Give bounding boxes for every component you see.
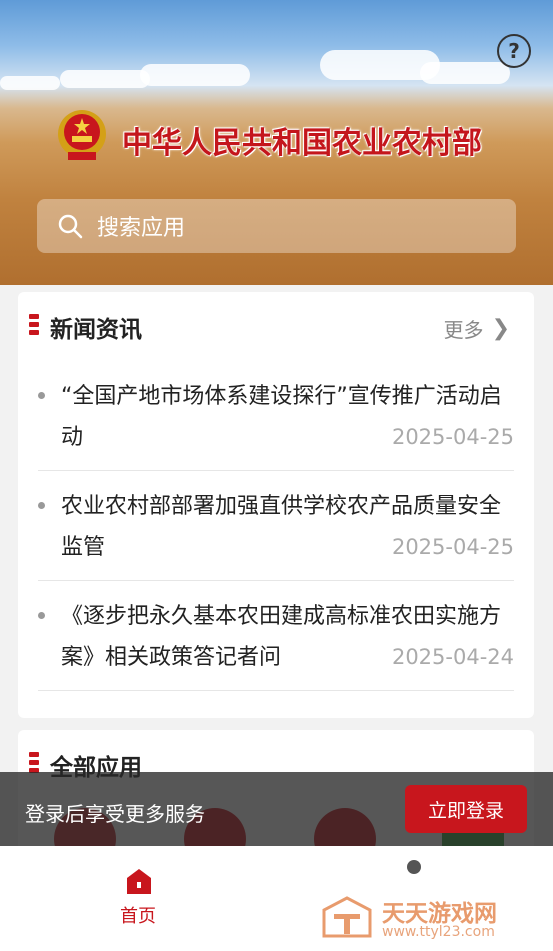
watermark-title: 天天游戏网 (382, 901, 497, 927)
watermark-logo-icon (322, 896, 372, 938)
news-item[interactable]: 农业农村部部署加强直供学校农产品质量安全监管 2025-04-25 (38, 486, 514, 568)
cloud (60, 70, 150, 88)
wheat-icon (29, 752, 39, 773)
news-header: 新闻资讯 更多 ❯ (18, 292, 534, 358)
profile-tab-icon[interactable] (407, 860, 421, 874)
news-title: 新闻资讯 (50, 317, 142, 343)
help-button[interactable]: ? (497, 34, 531, 68)
search-icon (58, 214, 83, 239)
watermark: 天天游戏网 www.ttyl23.com (322, 894, 522, 944)
national-emblem-icon (58, 110, 106, 160)
news-item[interactable]: 《逐步把永久基本农田建成高标准农田实施方案》相关政策答记者问 2025-04-2… (38, 596, 514, 678)
news-item-date: 2025-04-24 (391, 645, 514, 669)
divider (38, 690, 514, 691)
bullet (38, 502, 45, 509)
cloud (420, 62, 510, 84)
news-section: 新闻资讯 更多 ❯ “全国产地市场体系建设探行”宣传推广活动启动 2025-04… (18, 292, 534, 718)
login-prompt: 登录后享受更多服务 (25, 802, 205, 826)
bullet (38, 612, 45, 619)
news-item-date: 2025-04-25 (391, 535, 514, 559)
more-label: 更多 (443, 318, 484, 342)
ministry-name: 中华人民共和国农业农村部 (122, 126, 482, 161)
login-banner: 登录后享受更多服务 立即登录 (0, 772, 553, 846)
divider (38, 580, 514, 581)
tab-home[interactable]: 首页 (120, 902, 156, 928)
search-placeholder: 搜索应用 (97, 216, 186, 241)
header-banner: ? 中华人民共和国农业农村部 搜索应用 (0, 0, 553, 285)
cloud (0, 76, 60, 90)
question-icon: ? (508, 39, 520, 63)
bottom-tab-bar: 首页 天天游戏网 www.ttyl23.com (0, 846, 553, 951)
home-icon[interactable] (124, 866, 154, 896)
cloud (140, 64, 250, 86)
news-item[interactable]: “全国产地市场体系建设探行”宣传推广活动启动 2025-04-25 (38, 376, 514, 458)
more-link[interactable]: 更多 ❯ (444, 314, 510, 343)
wheat-icon (29, 314, 39, 335)
news-item-date: 2025-04-25 (391, 425, 514, 449)
bullet (38, 392, 45, 399)
watermark-url: www.ttyl23.com (382, 924, 495, 940)
chevron-right-icon: ❯ (491, 316, 510, 341)
search-bar[interactable]: 搜索应用 (37, 199, 516, 253)
login-button[interactable]: 立即登录 (405, 785, 527, 833)
divider (38, 470, 514, 471)
